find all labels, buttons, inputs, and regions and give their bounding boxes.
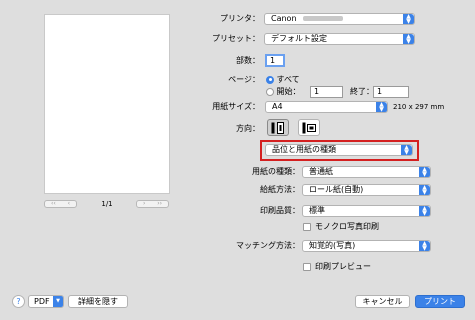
popup-stepper-icon: ▲ ▼: [419, 167, 430, 177]
paper-source-label: 給紙方法：: [260, 185, 300, 194]
media-type-label: 用紙の種類：: [252, 167, 300, 176]
last-page-icon[interactable]: ››: [157, 201, 162, 207]
first-page-icon[interactable]: ‹‹: [51, 201, 56, 207]
print-preview-label: 印刷プレビュー: [315, 262, 371, 271]
orientation-portrait-button[interactable]: [267, 119, 289, 136]
paper-source-popup[interactable]: ロール紙(自動) ▲ ▼: [302, 184, 431, 196]
grayscale-checkbox[interactable]: [303, 223, 311, 231]
pages-from-label: 開始：: [276, 87, 301, 96]
popup-stepper-icon: ▲ ▼: [403, 14, 414, 24]
orientation-label: 方向：: [236, 124, 260, 133]
matching-popup[interactable]: 知覚的(写真) ▲ ▼: [302, 240, 431, 252]
section-menu-value: 品位と用紙の種類: [272, 145, 336, 154]
popup-stepper-icon: ▲ ▼: [376, 102, 387, 112]
popup-stepper-icon: ▲ ▼: [419, 241, 430, 251]
next-page-icon[interactable]: ›: [143, 201, 145, 207]
copies-label: 部数：: [236, 56, 260, 65]
paper-size-value: A4: [272, 102, 283, 111]
popup-stepper-icon: ▲ ▼: [401, 145, 412, 155]
pages-to-input[interactable]: 1: [373, 86, 409, 98]
copies-input[interactable]: 1: [265, 54, 285, 67]
orientation-landscape-button[interactable]: [298, 119, 320, 136]
matching-value: 知覚的(写真): [309, 241, 356, 250]
cancel-button[interactable]: キャンセル: [355, 295, 410, 308]
matching-label: マッチング方法：: [236, 241, 300, 250]
previous-page-icon[interactable]: ‹: [68, 201, 70, 207]
print-preview-option[interactable]: 印刷プレビュー: [303, 262, 371, 272]
pdf-menu-button[interactable]: PDF ▼: [28, 295, 64, 308]
media-type-popup[interactable]: 普通紙 ▲ ▼: [302, 166, 431, 178]
printer-name-blurred: [303, 16, 344, 21]
printer-popup[interactable]: Canon ▲ ▼: [264, 13, 415, 25]
pages-all-option[interactable]: すべて: [266, 75, 300, 85]
section-menu-popup[interactable]: 品位と用紙の種類 ▲ ▼: [265, 144, 413, 156]
printer-value: Canon: [271, 14, 297, 23]
pages-from-input[interactable]: 1: [310, 86, 343, 98]
page-preview: [44, 14, 170, 194]
paper-size-popup[interactable]: A4 ▲ ▼: [265, 101, 388, 113]
pages-label: ページ：: [228, 75, 260, 84]
page-indicator: 1/1: [101, 200, 113, 208]
pages-range-radio[interactable]: [266, 87, 274, 96]
media-type-value: 普通紙: [309, 167, 333, 176]
print-button[interactable]: プリント: [415, 295, 465, 308]
paper-size-dimensions: 210 x 297 mm: [393, 103, 445, 111]
chevron-down-icon: ▼: [53, 296, 63, 307]
popup-stepper-icon: ▲ ▼: [419, 185, 430, 195]
portrait-icon: [271, 121, 284, 134]
grayscale-option[interactable]: モノクロ写真印刷: [303, 222, 379, 232]
printer-label: プリンタ：: [220, 14, 260, 23]
pages-all-label: すべて: [276, 75, 300, 84]
landscape-icon: [302, 122, 316, 133]
popup-stepper-icon: ▲ ▼: [403, 34, 414, 44]
paper-size-label: 用紙サイズ：: [212, 102, 260, 111]
preset-popup[interactable]: デフォルト設定 ▲ ▼: [264, 33, 415, 45]
pages-range-option[interactable]: 開始：: [266, 87, 301, 97]
preview-forward-buttons[interactable]: › ››: [136, 200, 169, 208]
preview-page-navigation: ‹‹ ‹ 1/1 › ››: [44, 200, 170, 209]
hide-details-button[interactable]: 詳細を隠す: [68, 295, 128, 308]
preset-value: デフォルト設定: [271, 34, 327, 43]
grayscale-label: モノクロ写真印刷: [315, 222, 379, 231]
preset-label: プリセット：: [212, 34, 260, 43]
pdf-label: PDF: [34, 297, 50, 306]
print-quality-value: 標準: [309, 206, 325, 215]
pages-to-label: 終了：: [350, 87, 374, 96]
print-quality-label: 印刷品質：: [260, 206, 300, 215]
pages-all-radio[interactable]: [266, 75, 274, 84]
print-quality-popup[interactable]: 標準 ▲ ▼: [302, 205, 431, 217]
preview-back-buttons[interactable]: ‹‹ ‹: [44, 200, 77, 208]
help-button[interactable]: ?: [12, 295, 25, 308]
print-preview-checkbox[interactable]: [303, 263, 311, 271]
popup-stepper-icon: ▲ ▼: [419, 206, 430, 216]
paper-source-value: ロール紙(自動): [309, 185, 364, 194]
